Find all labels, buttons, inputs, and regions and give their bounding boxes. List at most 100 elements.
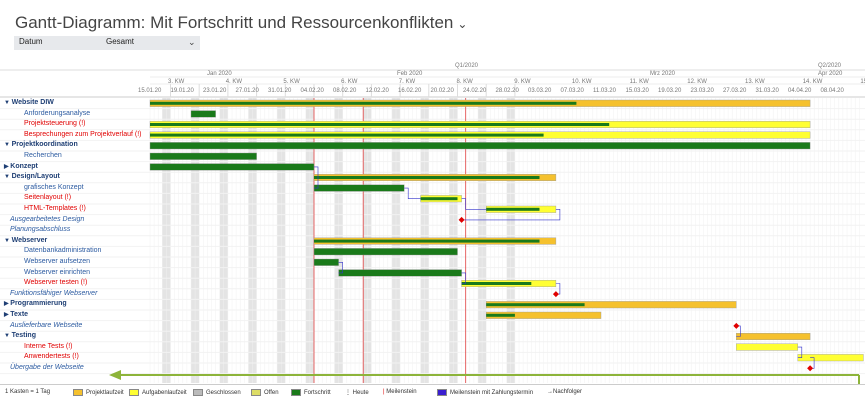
task-row-label[interactable]: ▼ Website DIW xyxy=(4,98,54,108)
task-row-label[interactable]: Anforderungsanalyse xyxy=(24,109,90,119)
date-label: 31.03.20 xyxy=(755,88,779,94)
legend-label: Offen xyxy=(264,390,279,397)
legend-item: Fortschritt xyxy=(291,389,331,396)
task-row-label[interactable]: Funktionsfähiger Webserver xyxy=(10,289,97,299)
task-row-label[interactable]: Projektsteuerung (!) xyxy=(24,119,85,129)
task-bar xyxy=(338,269,462,277)
task-row-label[interactable]: Besprechungen zum Projektverlauf (!) xyxy=(24,130,142,140)
task-name-text: Design/Layout xyxy=(11,173,60,181)
month-label: Feb 2020 xyxy=(397,71,423,77)
task-row-label[interactable]: Recherchen xyxy=(24,151,62,161)
date-label: 04.02.20 xyxy=(300,88,324,94)
task-bar xyxy=(190,110,216,118)
task-name-text: HTML-Templates (!) xyxy=(24,205,86,212)
today-icon: ⋮ xyxy=(345,390,353,396)
task-row-label[interactable]: Planungsabschluss xyxy=(10,225,70,235)
date-label: 08.04.20 xyxy=(820,88,844,94)
month-label: Apr 2020 xyxy=(818,71,843,77)
legend-swatch xyxy=(251,389,261,396)
legend-item: Meilenstein mit Zahlungstermin xyxy=(437,389,533,396)
legend-label: Geschlossen xyxy=(206,390,241,397)
progress-bar xyxy=(314,176,540,179)
task-name-text: Texte xyxy=(10,311,29,318)
task-row-label[interactable]: Datenbankadministration xyxy=(24,246,101,256)
task-bar xyxy=(149,142,811,150)
task-row-label[interactable]: grafisches Konzept xyxy=(24,183,84,193)
task-row-label[interactable]: ▶ Konzept xyxy=(4,162,38,172)
task-row-label[interactable]: Interne Tests (!) xyxy=(24,342,73,352)
date-label: 27.01.20 xyxy=(235,88,259,94)
date-label: 15.01.20 xyxy=(138,88,162,94)
task-row-label[interactable]: Seitenlayout (!) xyxy=(24,193,71,203)
task-row-label[interactable]: ▶ Programmierung xyxy=(4,299,67,309)
chevron-down-icon[interactable]: ⌄ xyxy=(457,17,467,31)
legend: 1 Kasten = 1 Tag Projektlaufzeit Aufgabenl… xyxy=(0,384,865,400)
task-name-text: Interne Tests (!) xyxy=(24,342,73,350)
date-label: 04.04.20 xyxy=(788,88,812,94)
task-row-label[interactable]: Auslieferbare Webseite xyxy=(10,321,82,331)
expand-icon[interactable]: ▼ xyxy=(4,333,12,339)
gantt-chart[interactable] xyxy=(0,58,865,383)
filter-scope-select[interactable]: Gesamt xyxy=(106,37,134,46)
legend-label: Meilenstein xyxy=(386,389,417,395)
expand-icon[interactable]: ▼ xyxy=(4,238,12,244)
task-name-text: Webserver testen (!) xyxy=(24,279,88,287)
legend-swatch xyxy=(193,389,203,396)
legend-label: Heute xyxy=(352,390,369,396)
legend-item: 1 Kasten = 1 Tag xyxy=(5,389,50,395)
task-row-label[interactable]: ▶ Texte xyxy=(4,310,28,320)
expand-icon[interactable]: ▼ xyxy=(4,142,12,148)
task-name-text: Auslieferbare Webseite xyxy=(10,321,83,329)
expand-icon[interactable]: ▼ xyxy=(4,174,12,180)
task-row-label[interactable]: HTML-Templates (!) xyxy=(24,204,86,214)
chevron-down-icon[interactable]: ⌄ xyxy=(188,37,196,48)
legend-item: Projektlaufzeit xyxy=(73,389,124,396)
date-label: 12.02.20 xyxy=(365,88,389,94)
quarter-label: Q2/2020 xyxy=(818,63,842,69)
legend-swatch xyxy=(291,389,301,396)
milestone-diamond xyxy=(458,216,465,223)
title-text: Gantt-Diagramm: Mit Fortschritt und Ress… xyxy=(15,13,454,32)
filter-bar[interactable]: Datum Gesamt ⌄ xyxy=(14,36,200,50)
task-bar xyxy=(736,333,811,341)
legend-label: Meilenstein mit Zahlungstermin xyxy=(450,390,534,397)
week-label: 11. KW xyxy=(629,79,649,85)
task-row-label[interactable]: ▼ Design/Layout xyxy=(4,172,60,182)
date-label: 31.01.20 xyxy=(268,88,292,94)
task-row-label[interactable]: ▼ Webserver xyxy=(4,236,47,246)
date-label: 15.03.20 xyxy=(625,88,649,94)
task-name-text: Planungsabschluss xyxy=(10,226,71,234)
date-label: 19.03.20 xyxy=(658,88,682,94)
task-row-label[interactable]: Anwendertests (!) xyxy=(24,352,79,362)
legend-item: | Meilenstein xyxy=(383,389,417,395)
legend-label: Nachfolger xyxy=(553,389,583,395)
task-bar xyxy=(736,343,798,351)
task-row-label[interactable]: Ausgearbeitetes Design xyxy=(10,215,84,225)
task-bar xyxy=(149,163,315,171)
expand-icon[interactable]: ▼ xyxy=(4,100,12,106)
legend-swatch xyxy=(73,389,83,396)
month-label: Jan 2020 xyxy=(207,71,232,77)
milestone-diamond xyxy=(552,291,559,298)
task-row-label[interactable]: Webserver testen (!) xyxy=(24,278,87,288)
milestone-diamond xyxy=(733,322,740,329)
page-title[interactable]: Gantt-Diagramm: Mit Fortschritt und Ress… xyxy=(15,13,467,33)
task-row-label[interactable]: Webserver aufsetzen xyxy=(24,257,90,267)
week-label: 3. KW xyxy=(168,79,185,85)
task-bar xyxy=(149,152,257,160)
task-row-label[interactable]: ▼ Projektkoordination xyxy=(4,140,78,150)
date-label: 28.02.20 xyxy=(495,88,519,94)
task-row-label[interactable]: Webserver einrichten xyxy=(24,268,90,278)
task-row-label[interactable]: Übergabe der Webseite xyxy=(10,363,84,373)
date-label: 27.03.20 xyxy=(723,88,747,94)
date-label: 07.03.20 xyxy=(560,88,584,94)
week-label: 6. KW xyxy=(341,79,358,85)
progress-bar xyxy=(461,282,532,285)
progress-bar xyxy=(486,207,540,211)
progress-bar xyxy=(486,313,515,317)
legend-swatch xyxy=(129,389,139,396)
task-name-text: Projektkoordination xyxy=(11,141,78,149)
date-label: 08.02.20 xyxy=(333,88,357,94)
task-name-text: Webserver einrichten xyxy=(24,268,91,276)
task-row-label[interactable]: ▼ Testing xyxy=(4,331,36,341)
